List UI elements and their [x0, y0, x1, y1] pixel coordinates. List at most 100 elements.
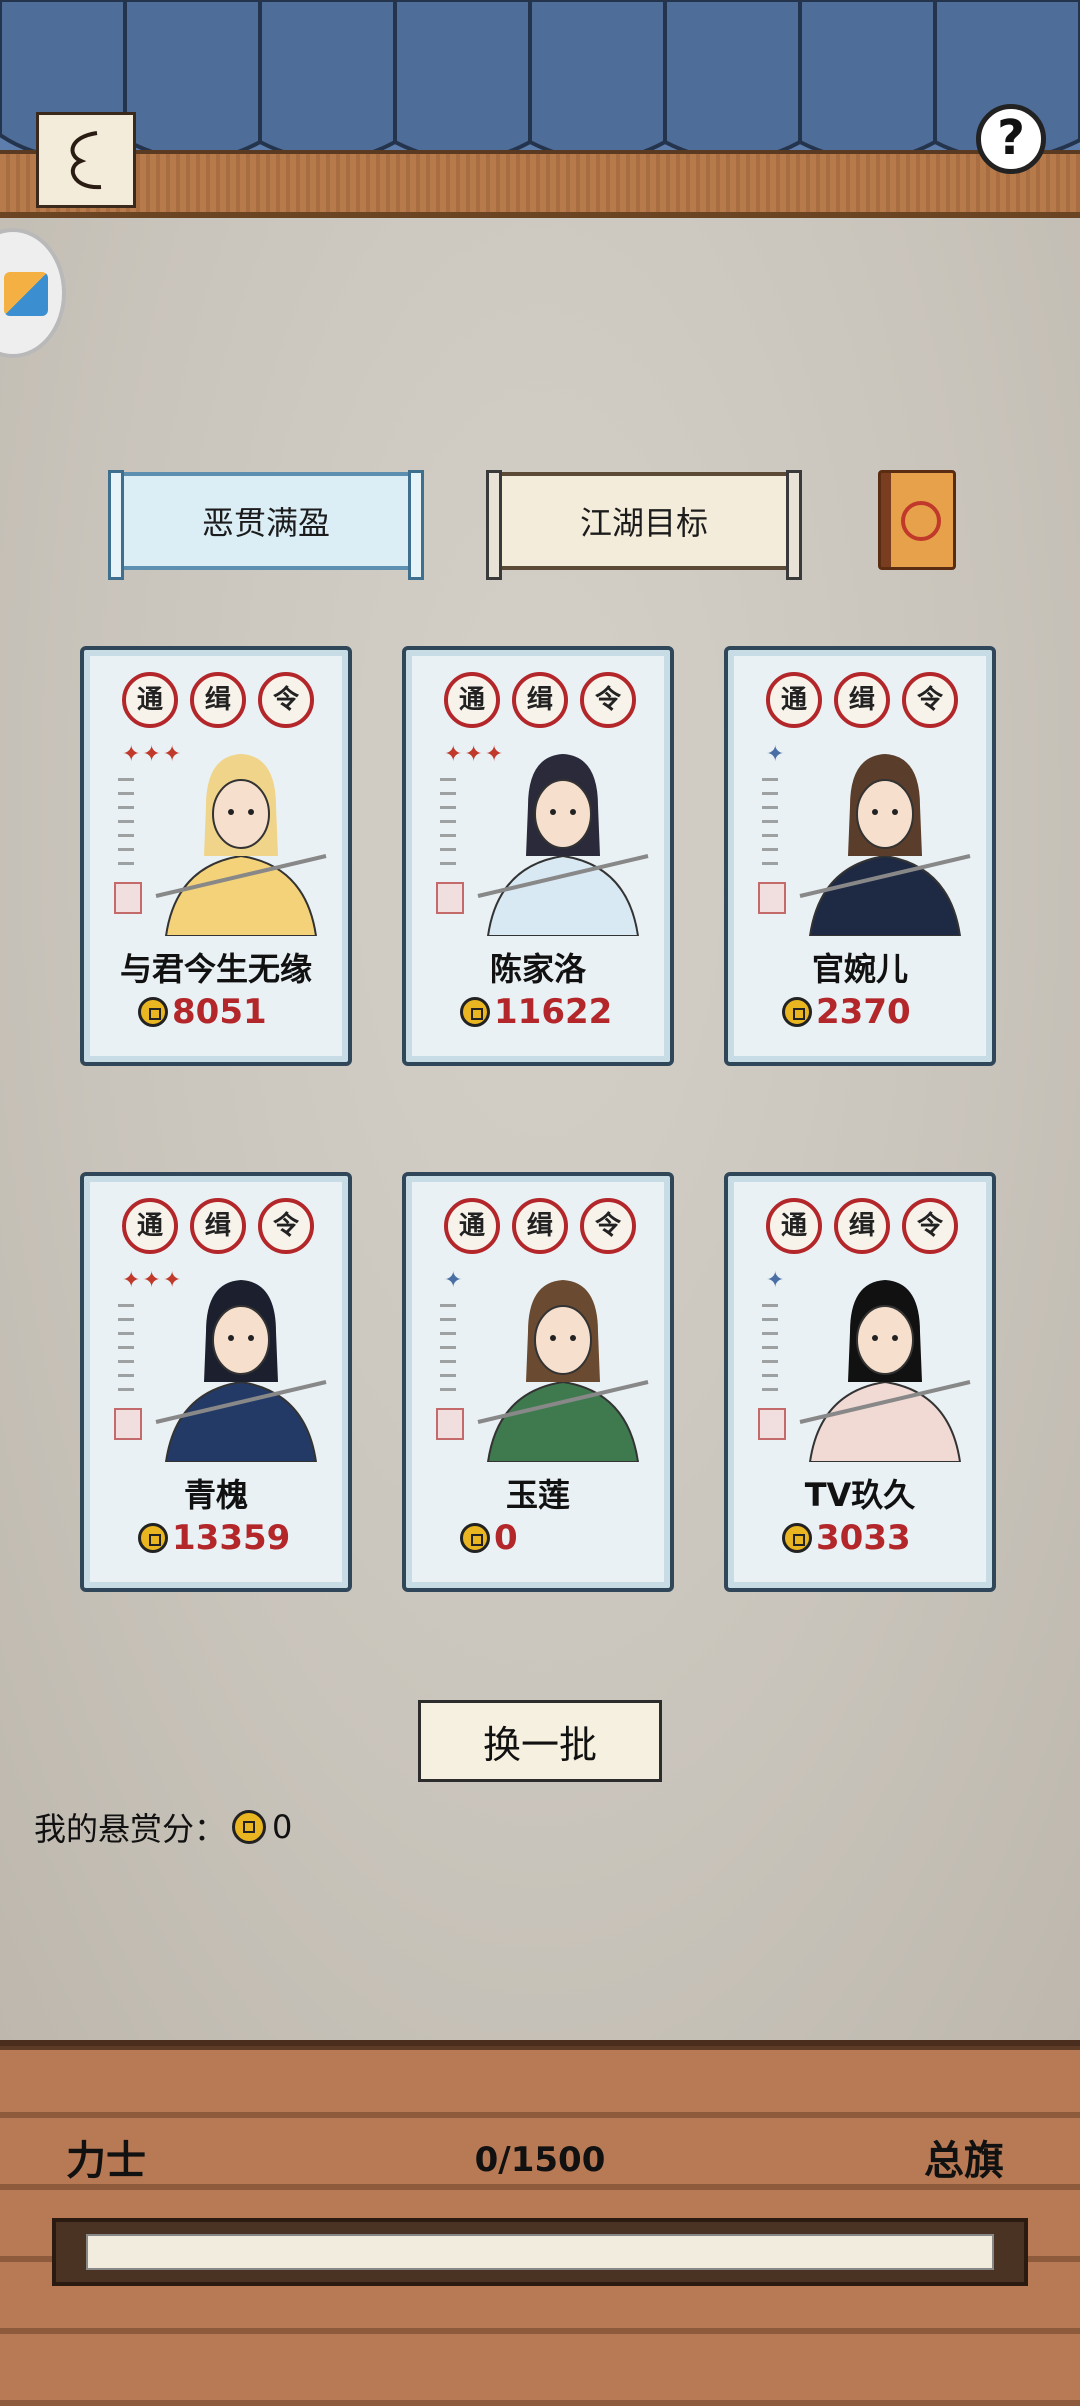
wanted-badges: 通缉令 — [444, 672, 636, 728]
coin-icon — [782, 997, 812, 1027]
my-bounty-score: 我的悬赏分： 0 — [34, 1804, 292, 1850]
bounty-amount: 13359 — [138, 1518, 290, 1558]
wanted-badge: 缉 — [834, 672, 890, 728]
tab-label: 江湖目标 — [579, 504, 708, 542]
red-stamp — [758, 882, 786, 914]
wanted-badges: 通缉令 — [444, 1198, 636, 1254]
wanted-badges: 通缉令 — [122, 1198, 314, 1254]
scroll-roll — [786, 470, 802, 580]
bounty-value: 13359 — [172, 1518, 291, 1558]
rank-stars: ✦ — [766, 742, 787, 767]
bounty-amount: 3033 — [782, 1518, 911, 1558]
character-name: 与君今生无缘 — [119, 950, 312, 988]
bounty-value: 11622 — [494, 992, 613, 1032]
scroll-roll — [408, 470, 424, 580]
character-name: 青槐 — [183, 1476, 248, 1514]
refresh-button[interactable]: 换一批 — [418, 1700, 662, 1782]
wanted-card[interactable]: 通缉令 ✦ 官婉儿 2370 — [724, 646, 996, 1066]
character-name: 玉莲 — [505, 1476, 570, 1514]
wanted-badge: 缉 — [512, 1198, 568, 1254]
wanted-badge: 通 — [444, 672, 500, 728]
wanted-badge: 通 — [444, 1198, 500, 1254]
character-portrait — [799, 1280, 971, 1462]
wanted-badge: 令 — [902, 672, 958, 728]
wanted-badge: 令 — [580, 1198, 636, 1254]
wooden-beam — [0, 150, 1080, 218]
red-stamp — [114, 882, 142, 914]
character-portrait — [477, 1280, 649, 1462]
red-stamp — [436, 1408, 464, 1440]
wanted-badge: 令 — [258, 1198, 314, 1254]
bounty-amount: 0 — [460, 1518, 518, 1558]
wanted-card[interactable]: 通缉令 ✦ 玉莲 0 — [402, 1172, 674, 1592]
tab-jianghu-goals[interactable]: 江湖目标 — [486, 470, 802, 580]
character-portrait — [799, 754, 971, 936]
seal-mark — [901, 501, 941, 541]
character-name: 陈家洛 — [489, 950, 586, 988]
coin-icon — [138, 1523, 168, 1553]
calligraphy-text — [440, 778, 456, 868]
wanted-card[interactable]: 通缉令 ✦✦✦ 青槐 13359 — [80, 1172, 352, 1592]
wanted-badge: 缉 — [512, 672, 568, 728]
calligraphy-text — [118, 778, 134, 868]
rank-progress-bar — [52, 2218, 1028, 2286]
character-name: 官婉儿 — [811, 950, 908, 988]
tab-villain-list[interactable]: 恶贯满盈 — [108, 470, 424, 580]
bounty-amount: 11622 — [460, 992, 612, 1032]
rank-stars: ✦ — [766, 1268, 787, 1293]
calligraphy-text — [762, 778, 778, 868]
wanted-badge: 通 — [122, 1198, 178, 1254]
wanted-badges: 通缉令 — [122, 672, 314, 728]
coin-icon — [138, 997, 168, 1027]
wanted-badge: 令 — [902, 1198, 958, 1254]
red-stamp — [436, 882, 464, 914]
wanted-card[interactable]: 通缉令 ✦ TV玖久 3033 — [724, 1172, 996, 1592]
progress-track — [86, 2234, 994, 2270]
character-portrait — [477, 754, 649, 936]
wanted-badges: 通缉令 — [766, 1198, 958, 1254]
my-bounty-value: 0 — [272, 1808, 293, 1846]
wanted-card[interactable]: 通缉令 ✦✦✦ 陈家洛 11622 — [402, 646, 674, 1066]
back-icon — [70, 131, 102, 190]
character-portrait — [155, 1280, 327, 1462]
rank-progress-text: 0/1500 — [474, 2140, 606, 2180]
red-stamp — [114, 1408, 142, 1440]
wanted-badges: 通缉令 — [766, 672, 958, 728]
coin-icon — [460, 1523, 490, 1553]
coin-icon — [460, 997, 490, 1027]
bounty-value: 3033 — [816, 1518, 911, 1558]
wanted-badge: 令 — [258, 672, 314, 728]
coin-icon — [232, 1810, 267, 1844]
scroll-roll — [486, 470, 502, 580]
wanted-badge: 缉 — [190, 1198, 246, 1254]
calligraphy-text — [762, 1304, 778, 1394]
red-stamp — [758, 1408, 786, 1440]
character-portrait — [155, 754, 327, 936]
wanted-badge: 通 — [766, 672, 822, 728]
calligraphy-text — [118, 1304, 134, 1394]
rank-stars: ✦ — [444, 1268, 465, 1293]
help-icon: ? — [997, 110, 1025, 166]
wanted-badge: 通 — [122, 672, 178, 728]
wanted-badge: 令 — [580, 672, 636, 728]
character-name: TV玖久 — [804, 1476, 916, 1514]
bounty-value: 8051 — [172, 992, 267, 1032]
wanted-badge: 通 — [766, 1198, 822, 1254]
coin-icon — [782, 1523, 812, 1553]
scroll-roll — [108, 470, 124, 580]
wanted-card[interactable]: 通缉令 ✦✦✦ 与君今生无缘 8051 — [80, 646, 352, 1066]
back-button[interactable] — [36, 112, 136, 208]
refresh-label: 换一批 — [482, 1722, 597, 1767]
wanted-badge: 缉 — [190, 672, 246, 728]
bounty-amount: 8051 — [138, 992, 267, 1032]
bounty-value: 0 — [494, 1518, 518, 1558]
bounty-amount: 2370 — [782, 992, 911, 1032]
tab-label: 恶贯满盈 — [201, 504, 330, 542]
widget-icon — [4, 272, 48, 316]
book-icon[interactable] — [878, 470, 956, 570]
calligraphy-text — [440, 1304, 456, 1394]
bounty-value: 2370 — [816, 992, 911, 1032]
my-bounty-label: 我的悬赏分： — [34, 1810, 227, 1848]
wanted-badge: 缉 — [834, 1198, 890, 1254]
help-button[interactable]: ? — [976, 104, 1046, 174]
